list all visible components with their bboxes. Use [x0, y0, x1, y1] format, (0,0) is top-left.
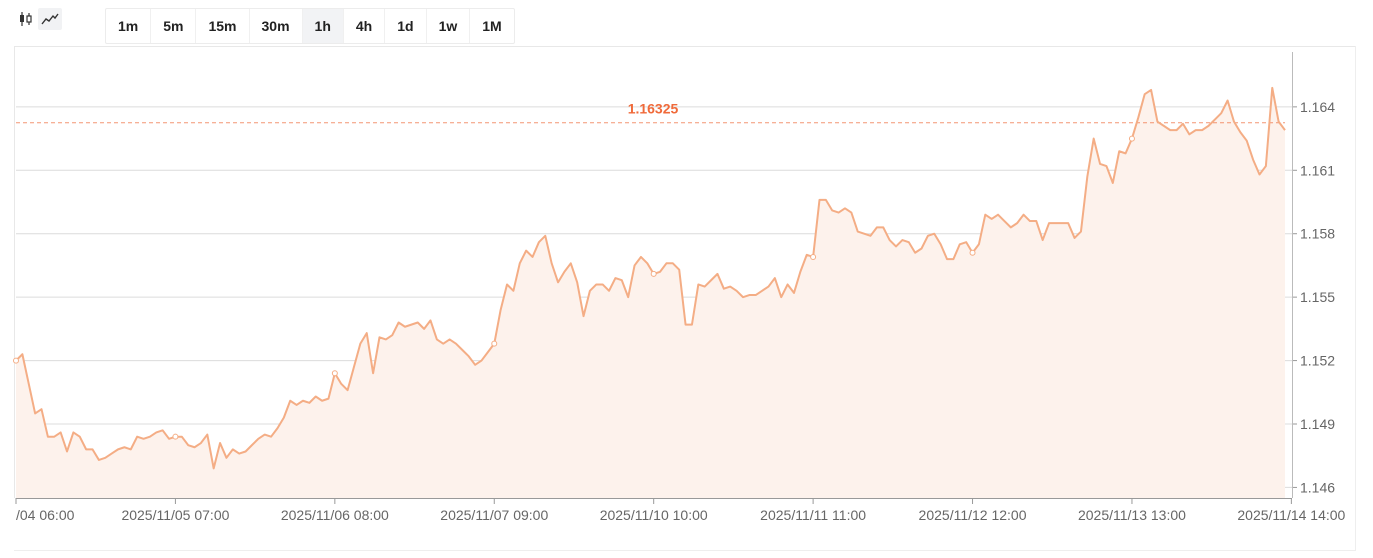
data-point-marker[interactable] [1128, 135, 1135, 142]
x-tick-label: 2025/11/12 12:00 [919, 507, 1027, 523]
y-tick-label: 1.152 [1300, 353, 1335, 369]
data-point-marker[interactable] [331, 370, 338, 377]
x-tick-label: 2025/11/13 13:00 [1078, 507, 1186, 523]
data-point-marker[interactable] [13, 357, 19, 364]
data-point-marker[interactable] [172, 433, 179, 440]
x-tick-label: 2025/11/05 07:00 [121, 507, 229, 523]
interval-selector: 1m 5m 15m 30m 1h 4h 1d 1w 1M [105, 8, 515, 44]
interval-15m-button[interactable]: 15m [196, 9, 250, 43]
data-point-marker[interactable] [810, 253, 817, 260]
price-line-chart[interactable]: 1.146 1.149 1.152 1.155 1.158 1.161 1.164 1.163… [0, 46, 1373, 558]
chart-area[interactable]: 1.146 1.149 1.152 1.155 1.158 1.161 1.164 1.163… [0, 46, 1373, 558]
y-tick-label: 1.146 [1300, 479, 1335, 495]
chart-toolbar: 1m 5m 15m 30m 1h 4h 1d 1w 1M [0, 0, 1373, 46]
x-tick-label: 2025/11/06 08:00 [281, 507, 389, 523]
y-tick-label: 1.158 [1300, 226, 1335, 242]
interval-30m-button[interactable]: 30m [250, 9, 303, 43]
candlestick-icon [20, 12, 32, 26]
y-tick-label: 1.164 [1300, 99, 1335, 115]
interval-1m-button[interactable]: 1m [106, 9, 152, 43]
interval-1d-button[interactable]: 1d [385, 9, 427, 43]
candlestick-chart-button[interactable] [14, 8, 38, 30]
line-chart-icon [41, 13, 59, 25]
x-tick-label: 2025/11/10 10:00 [600, 507, 708, 523]
x-tick-label: 2025/11/07 09:00 [440, 507, 548, 523]
interval-5m-button[interactable]: 5m [151, 9, 197, 43]
interval-1M-button[interactable]: 1M [470, 9, 513, 43]
x-tick-label: 2025/11/14 14:00 [1237, 507, 1345, 523]
interval-1h-button[interactable]: 1h [302, 9, 344, 43]
y-tick-label: 1.149 [1300, 416, 1335, 432]
data-point-marker[interactable] [969, 249, 976, 256]
chart-type-selector [14, 7, 62, 31]
interval-1w-button[interactable]: 1w [427, 9, 471, 43]
x-tick-label: /04 06:00 [16, 507, 75, 523]
last-price-label: 1.16325 [628, 101, 679, 117]
data-point-marker[interactable] [491, 340, 498, 347]
interval-4h-button[interactable]: 4h [344, 9, 386, 43]
x-tick-label: 2025/11/11 11:00 [760, 507, 866, 523]
y-tick-label: 1.161 [1300, 162, 1335, 178]
line-chart-button[interactable] [38, 8, 62, 30]
data-point-marker[interactable] [650, 270, 657, 277]
y-tick-label: 1.155 [1300, 289, 1335, 305]
